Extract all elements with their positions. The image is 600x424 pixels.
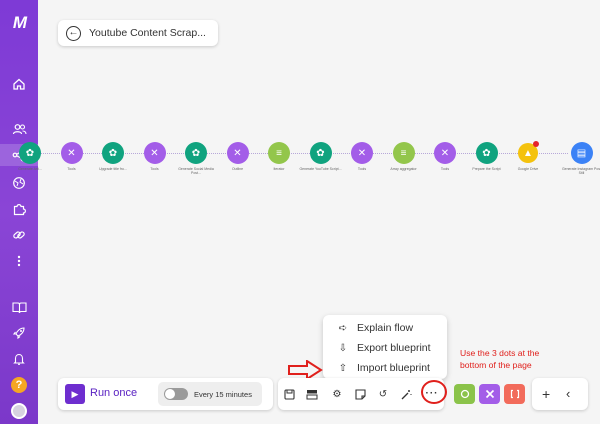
play-icon[interactable]: ▶	[65, 384, 85, 404]
back-arrow-icon[interactable]: ←	[66, 25, 81, 41]
globe-icon[interactable]	[6, 172, 32, 194]
module-node-flow[interactable]: ≡	[268, 142, 290, 164]
module-node-doc[interactable]: ▤	[570, 142, 593, 164]
module-node-gpt[interactable]: ✿	[102, 142, 124, 164]
book-icon[interactable]	[6, 296, 32, 318]
annotation-arrow-icon	[288, 360, 323, 380]
module-node-gpt[interactable]: ✿	[309, 142, 332, 164]
tools-icon	[485, 389, 494, 399]
module-label: Outline	[231, 167, 244, 171]
module-node-tool[interactable]: ✕	[351, 142, 373, 164]
module-label: Prepare the Script	[472, 167, 501, 171]
module-node-tool[interactable]: ✕	[434, 142, 456, 164]
gpt-icon: ✿	[108, 147, 118, 159]
scenario-title: Youtube Content Scrap...	[89, 27, 206, 39]
module-label: Generate YouTube Script...	[299, 167, 342, 171]
brackets-icon	[510, 389, 519, 399]
gpt-icon: ✿	[482, 147, 491, 159]
module-node-gpt[interactable]: ✿	[475, 142, 498, 164]
run-once-button[interactable]: Run once	[90, 387, 137, 399]
module-node-gpt[interactable]: ✿	[185, 142, 207, 164]
schedule-toggle[interactable]	[164, 388, 188, 400]
flow-icon: ≡	[276, 147, 282, 159]
module-node-tool[interactable]: ✕	[143, 142, 166, 164]
link-icon[interactable]	[6, 224, 32, 246]
zoom-controls: + ‹	[532, 378, 588, 410]
drive-icon: ▲	[523, 147, 533, 159]
home-icon[interactable]	[6, 73, 32, 95]
menu-item-export-blueprint[interactable]: ⇩ Export blueprint	[337, 342, 431, 354]
module-label: Google Drive	[517, 167, 539, 171]
module-label: Generate Social Media Post...	[178, 167, 214, 175]
avatar-image	[11, 403, 27, 419]
module-label: Generate Instagram Post Still	[561, 167, 600, 175]
module-label: Tools	[357, 167, 367, 171]
module-label: Tools	[67, 167, 76, 171]
sparkle-icon: ➪	[338, 322, 348, 334]
add-icon[interactable]: +	[542, 386, 550, 402]
flow-control-chip[interactable]	[504, 384, 525, 404]
export-icon: ⇩	[338, 342, 348, 354]
run-toolbar: ▶ Run once Every 15 minutes	[58, 378, 273, 410]
gpt-icon: ✿	[25, 147, 35, 159]
menu-item-explain-flow[interactable]: ➪ Explain flow	[337, 322, 413, 334]
import-icon: ⇧	[338, 362, 348, 374]
menu-item-import-blueprint[interactable]: ⇧ Import blueprint	[337, 362, 430, 374]
flow-icon: ≡	[400, 147, 407, 159]
note-icon[interactable]	[353, 387, 367, 401]
gpt-icon	[460, 389, 469, 399]
module-node-flow[interactable]: ≡	[392, 142, 415, 164]
tool-icon: ✕	[357, 147, 367, 159]
ai-module-chip[interactable]	[454, 384, 475, 404]
module-label: Tools	[440, 167, 450, 171]
module-node-tool[interactable]: ✕	[226, 142, 249, 164]
annotation-circle	[421, 380, 447, 404]
bell-icon[interactable]	[6, 348, 32, 370]
module-label: Upgrade title fro...	[99, 167, 127, 171]
schedule-label: Every 15 minutes	[194, 389, 252, 399]
tool-icon: ✕	[67, 147, 76, 159]
users-icon[interactable]	[6, 118, 32, 140]
gear-icon[interactable]: ⚙	[330, 387, 344, 401]
module-node-tool[interactable]: ✕	[60, 142, 83, 164]
save-icon[interactable]	[282, 387, 296, 401]
layout-icon[interactable]	[305, 387, 319, 401]
sidebar: M ?	[0, 0, 38, 424]
tool-icon: ✕	[150, 147, 159, 159]
more-vertical-icon[interactable]	[6, 250, 32, 272]
tools-chip[interactable]	[479, 384, 500, 404]
rocket-icon[interactable]	[6, 322, 32, 344]
module-label: Array aggregator	[390, 167, 417, 171]
editor-toolbar: ⚙ ↺ ···	[278, 378, 444, 410]
tool-icon: ✕	[440, 147, 450, 159]
doc-icon: ▤	[576, 147, 587, 159]
schedule-control[interactable]: Every 15 minutes	[158, 382, 262, 406]
magic-wand-icon[interactable]	[399, 387, 413, 401]
tool-icon: ✕	[233, 147, 242, 159]
gpt-icon: ✿	[191, 147, 201, 159]
gpt-icon: ✿	[316, 147, 325, 159]
chevron-left-icon[interactable]: ‹	[566, 386, 570, 401]
module-node-gpt[interactable]: ✿	[19, 142, 41, 164]
module-label: Iterator	[273, 167, 285, 171]
module-label: Tools	[150, 167, 159, 171]
help-icon[interactable]: ?	[6, 374, 32, 396]
logo-icon[interactable]: M	[6, 12, 32, 34]
avatar[interactable]	[6, 400, 32, 422]
error-badge	[533, 141, 539, 147]
more-options-menu: ➪ Explain flow ⇩ Export blueprint ⇧ Impo…	[323, 315, 447, 379]
puzzle-icon[interactable]	[6, 198, 32, 220]
annotation-text: Use the 3 dots at the bottom of the page	[460, 348, 540, 370]
module-label: Generate Arti...	[18, 167, 42, 171]
undo-icon[interactable]: ↺	[376, 387, 390, 401]
scenario-title-bar[interactable]: ← Youtube Content Scrap...	[58, 20, 218, 46]
